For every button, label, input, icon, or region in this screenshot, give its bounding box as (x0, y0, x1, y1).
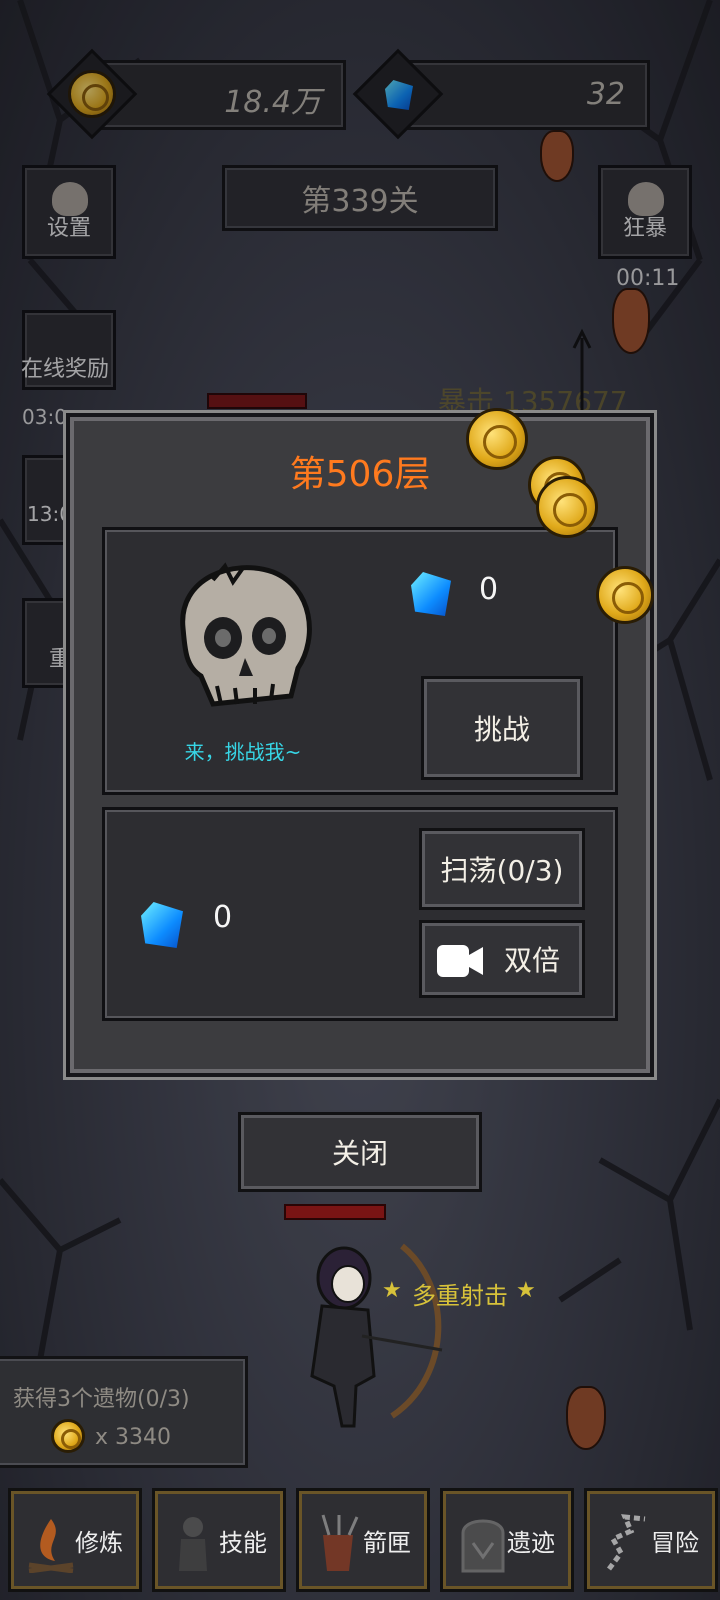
flying-coin-icon (466, 408, 528, 470)
close-label: 关闭 (331, 1137, 388, 1170)
sweep-gem-value: 0 (213, 900, 233, 935)
nav-ruins[interactable]: 遗迹 (440, 1488, 574, 1592)
sweep-button[interactable]: 扫荡(0/3) (419, 828, 585, 910)
flying-coin-icon (536, 476, 598, 538)
quiver-icon (321, 1514, 359, 1571)
reward-gem-value: 0 (479, 572, 499, 607)
nav-label: 箭匣 (363, 1528, 411, 1557)
hero-hp-bar (284, 1204, 386, 1220)
challenge-label: 挑战 (473, 713, 530, 746)
quest-coin-icon (51, 1419, 85, 1453)
reward-gem-icon (411, 572, 451, 616)
quest-text: 获得3个遗物(0/3) (13, 1387, 190, 1412)
skill-star-icon: ★ (382, 1278, 402, 1303)
ruins-icon (461, 1519, 505, 1573)
nav-skills[interactable]: 技能 (152, 1488, 286, 1592)
sweep-panel: 0 扫荡(0/3) 双倍 (102, 807, 618, 1021)
sweep-label: 扫荡(0/3) (440, 854, 564, 887)
double-label: 双倍 (503, 944, 560, 977)
nav-label: 冒险 (651, 1528, 699, 1557)
quest-reward: x 3340 (95, 1425, 172, 1450)
sweep-gem-icon (141, 902, 183, 948)
nav-adventure[interactable]: 冒险 (584, 1488, 718, 1592)
nav-label: 修炼 (75, 1528, 123, 1557)
quest-panel[interactable]: 获得3个遗物(0/3) x 3340 (0, 1356, 248, 1468)
boss-taunt: 来，挑战我~ (184, 740, 302, 764)
flying-coin-icon (596, 566, 654, 624)
campfire-icon (28, 1519, 74, 1573)
boss-skull-icon (180, 562, 312, 707)
nav-label: 技能 (219, 1528, 267, 1557)
map-path-icon (607, 1514, 646, 1571)
hero-icon (179, 1517, 207, 1571)
archer-hero (310, 1243, 443, 1428)
double-reward-button[interactable]: 双倍 (419, 920, 585, 998)
nav-quiver[interactable]: 箭匣 (296, 1488, 430, 1592)
close-button[interactable]: 关闭 (238, 1112, 482, 1192)
nav-label: 遗迹 (507, 1528, 555, 1557)
challenge-button[interactable]: 挑战 (421, 676, 583, 780)
video-camera-icon (437, 945, 483, 977)
nav-cultivate[interactable]: 修炼 (8, 1488, 142, 1592)
skill-name: 多重射击 (412, 1282, 508, 1310)
skill-star-icon: ★ (516, 1278, 536, 1303)
boss-panel: 来，挑战我~ 0 挑战 (102, 527, 618, 795)
